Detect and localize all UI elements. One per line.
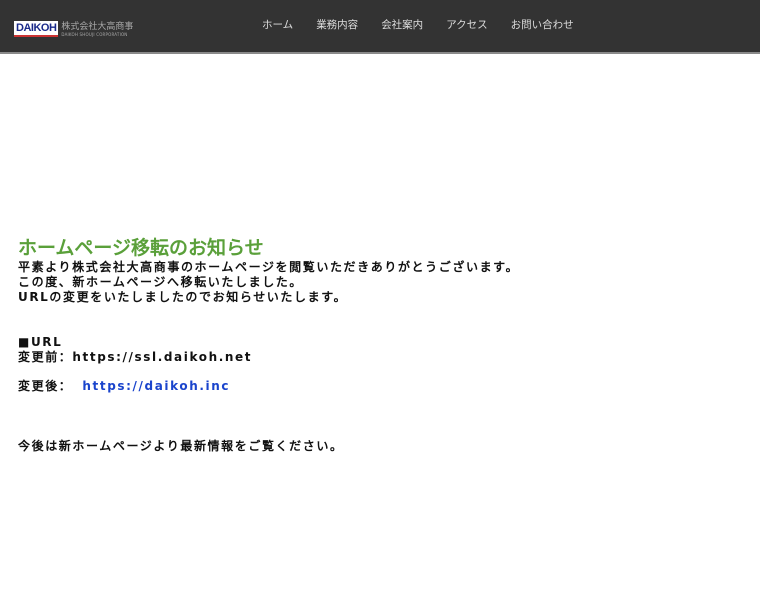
- nav-home[interactable]: ホーム: [262, 17, 293, 32]
- main-nav: ホーム 業務内容 会社案内 アクセス お問い合わせ: [262, 17, 597, 32]
- notice-line-2: この度、新ホームページへ移転いたしました。: [18, 275, 304, 289]
- notice-title: ホームページ移転のお知らせ: [18, 237, 264, 259]
- new-site-link[interactable]: https://daikoh.inc: [82, 379, 230, 393]
- logo-company-name-en: DAIKOH SHOUJI CORPORATION: [61, 31, 128, 37]
- site-header: DAIKOH 株式会社大高商事 DAIKOH SHOUJI CORPORATIO…: [0, 0, 760, 54]
- url-heading: ■URL: [18, 335, 63, 349]
- url-before: 変更前：https://ssl.daikoh.net: [18, 350, 253, 364]
- nav-company[interactable]: 会社案内: [381, 17, 423, 32]
- notice-content: ホームページ移転のお知らせ 平素より株式会社大高商事のホームページを閲覧いただき…: [18, 236, 519, 454]
- nav-services[interactable]: 業務内容: [316, 17, 358, 32]
- logo-mark: DAIKOH: [14, 21, 59, 37]
- notice-line-3: URLの変更をいたしましたのでお知らせいたします。: [18, 290, 348, 304]
- logo-text: 株式会社大高商事 DAIKOH SHOUJI CORPORATION: [61, 22, 133, 37]
- company-logo[interactable]: DAIKOH 株式会社大高商事 DAIKOH SHOUJI CORPORATIO…: [14, 21, 133, 37]
- notice-line-1: 平素より株式会社大高商事のホームページを閲覧いただきありがとうございます。: [18, 260, 520, 274]
- nav-contact[interactable]: お問い合わせ: [511, 17, 574, 32]
- closing-text: 今後は新ホームページより最新情報をご覧ください。: [18, 439, 344, 453]
- logo-company-name: 株式会社大高商事: [61, 21, 134, 32]
- url-after-label: 変更後：: [18, 379, 73, 393]
- nav-access[interactable]: アクセス: [446, 17, 487, 32]
- url-after: 変更後： https://daikoh.inc: [18, 379, 519, 394]
